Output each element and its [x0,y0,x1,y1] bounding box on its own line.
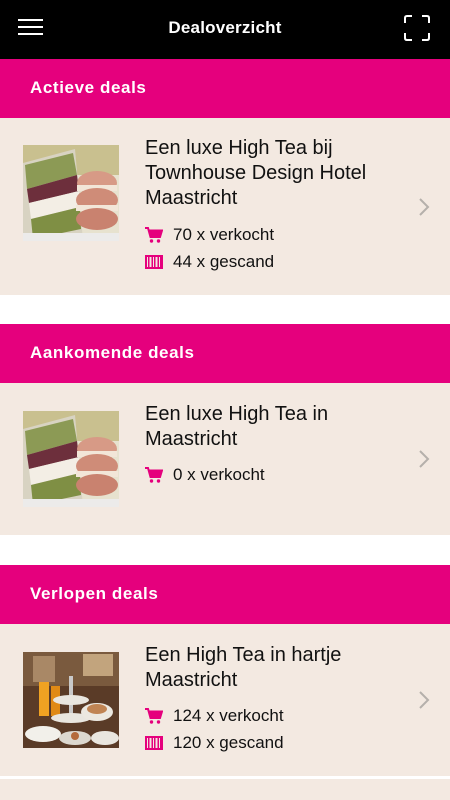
section-label: Aankomende deals [30,343,195,362]
deal-title: Een luxe High Tea bij Townhouse Design H… [145,137,367,209]
section-label: Actieve deals [30,78,147,97]
deal-title: Een High Tea in hartje Maastricht [145,644,342,691]
deal-image [23,145,119,241]
scanned-text: 120 x gescand [173,733,284,752]
shopping-cart-icon [145,467,164,483]
deal-card-expired-1[interactable]: Een High Tea in hartje Maastricht 124 x … [0,624,450,776]
chevron-right-icon [418,690,430,710]
deal-image [23,411,119,507]
deal-image [23,652,119,748]
page-title: Dealoverzicht [168,18,282,37]
deal-card-upcoming-1[interactable]: Een luxe High Tea in Maastricht 0 x verk… [0,383,450,535]
deal-title: Een luxe High Tea in Maastricht [145,403,329,450]
shopping-cart-icon [145,227,164,243]
section-header-active: Actieve deals [0,59,450,118]
sold-text: 124 x verkocht [173,706,284,725]
next-card-edge [0,779,450,800]
shopping-cart-icon [145,708,164,724]
scan-frame-icon[interactable] [404,15,430,41]
section-header-expired: Verlopen deals [0,565,450,624]
deal-card-active-1[interactable]: Een luxe High Tea bij Townhouse Design H… [0,118,450,295]
sold-text: 70 x verkocht [173,225,275,244]
section-header-upcoming: Aankomende deals [0,324,450,383]
sold-text: 0 x verkocht [173,465,265,484]
barcode-icon [145,735,163,751]
scanned-text: 44 x gescand [173,252,275,271]
chevron-right-icon [418,449,430,469]
top-bar: Dealoverzicht [0,0,450,59]
section-label: Verlopen deals [30,584,159,603]
barcode-icon [145,254,163,270]
chevron-right-icon [418,197,430,217]
